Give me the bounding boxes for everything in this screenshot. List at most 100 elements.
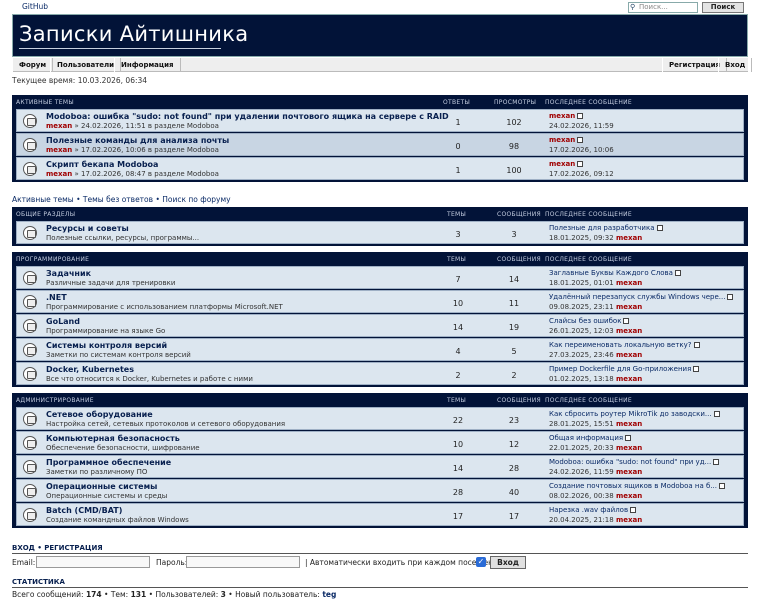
topic-title[interactable]: Modoboa: ошибка "sudo: not found" при уд… <box>46 112 449 121</box>
forum-title[interactable]: Docker, Kubernetes <box>46 365 134 374</box>
last-post-date: 22.01.2025, 20:33 <box>549 444 614 452</box>
forum-title[interactable]: Системы контроля версий <box>46 341 167 350</box>
forum-title[interactable]: Операционные системы <box>46 482 157 491</box>
forum-title[interactable]: Программное обеспечение <box>46 458 171 467</box>
search-button[interactable]: Поиск <box>702 2 744 13</box>
last-post-user[interactable]: mexan <box>616 375 642 383</box>
category-admin: АДМИНИСТРИРОВАНИЕ ТЕМЫ СООБЩЕНИЯ ПОСЛЕДН… <box>12 393 748 528</box>
nav-login[interactable]: Вход <box>718 58 753 72</box>
forum-row[interactable]: Компьютерная безопасность Обеспечение без… <box>16 431 744 454</box>
last-post-link[interactable]: Нарезка .wav файлов <box>549 506 628 514</box>
last-user[interactable]: mexan <box>549 112 575 120</box>
last-post-link[interactable]: Как сбросить роутер MikroTik до заводски… <box>549 410 712 418</box>
forum-row[interactable]: Сетевое оборудование Настройка сетей, сет… <box>16 407 744 430</box>
last-post-link[interactable]: Как переименовать локальную ветку? <box>549 341 692 349</box>
last-post-user[interactable]: mexan <box>616 327 642 335</box>
last-post-title: Удалённый перезапуск службы Windows чере… <box>549 293 734 301</box>
goto-post-icon[interactable] <box>727 294 734 300</box>
last-post-user[interactable]: mexan <box>616 516 642 524</box>
topic-author[interactable]: mexan <box>46 122 72 130</box>
goto-post-icon[interactable] <box>693 366 700 372</box>
search-input[interactable]: ⚲ Поиск... <box>628 2 698 13</box>
auto-login-checkbox[interactable]: ✓ <box>476 557 486 567</box>
login-button[interactable]: Вход <box>490 556 526 569</box>
goto-post-icon[interactable] <box>577 161 584 167</box>
last-post-link[interactable]: Общая информация <box>549 434 623 442</box>
last-post-user[interactable]: mexan <box>616 492 642 500</box>
topic-title[interactable]: Полезные команды для анализа почты <box>46 136 229 145</box>
forum-row[interactable]: Задачник Различные задачи для тренировки 7… <box>16 266 744 289</box>
topic-row[interactable]: Полезные команды для анализа почты mexan … <box>16 133 744 156</box>
goto-post-icon[interactable] <box>719 483 725 489</box>
forum-posts: 5 <box>511 347 517 356</box>
goto-post-icon[interactable] <box>693 342 700 348</box>
last-post-link[interactable]: Заглавные Буквы Каждого Слова <box>549 269 673 277</box>
forum-title[interactable]: Ресурсы и советы <box>46 224 129 233</box>
table-header: АКТИВНЫЕ ТЕМЫ ОТВЕТЫ ПРОСМОТРЫ ПОСЛЕДНЕЕ… <box>16 99 633 106</box>
nav-forum[interactable]: Форум <box>12 58 54 72</box>
last-post-user: mexan <box>549 112 584 120</box>
forum-row[interactable]: Ресурсы и советы Полезные ссылки, ресурсы… <box>16 221 744 244</box>
goto-post-icon[interactable] <box>623 318 630 324</box>
topic-author[interactable]: mexan <box>46 170 72 178</box>
last-post-link[interactable]: Слайсы без ошибок <box>549 317 621 325</box>
forum-row[interactable]: .NET Программирование с использованием пл… <box>16 290 744 313</box>
last-post-meta: 09.08.2025, 23:11 mexan <box>549 303 642 311</box>
link-search[interactable]: Поиск по форуму <box>162 195 230 204</box>
last-post-user[interactable]: mexan <box>616 420 642 428</box>
forum-topics: 28 <box>452 488 464 497</box>
forum-icon <box>23 367 37 381</box>
password-field[interactable] <box>186 556 300 568</box>
last-post-user[interactable]: mexan <box>616 444 642 452</box>
goto-post-icon[interactable] <box>674 270 681 276</box>
forum-row[interactable]: Системы контроля версий Заметки по систем… <box>16 338 744 361</box>
topic-row[interactable]: Modoboa: ошибка "sudo: not found" при уд… <box>16 109 744 132</box>
last-post-user[interactable]: mexan <box>616 279 642 287</box>
last-post-link[interactable]: Создание почтовых ящиков в Modoboa на б.… <box>549 482 717 490</box>
last-post-user[interactable]: mexan <box>616 234 642 242</box>
goto-post-icon[interactable] <box>630 507 637 513</box>
goto-post-icon[interactable] <box>625 435 632 441</box>
forum-title[interactable]: Компьютерная безопасность <box>46 434 180 443</box>
last-post-link[interactable]: Пример Dockerfile для Go-приложения <box>549 365 691 373</box>
topic-views: 102 <box>506 118 522 127</box>
topic-row[interactable]: Скрипт бекапа Modoboa mexan » 17.02.2026,… <box>16 157 744 180</box>
topic-title[interactable]: Скрипт бекапа Modoboa <box>46 160 158 169</box>
goto-post-icon[interactable] <box>713 459 720 465</box>
last-user[interactable]: mexan <box>549 136 575 144</box>
goto-post-icon[interactable] <box>713 411 720 417</box>
email-field[interactable] <box>36 556 150 568</box>
goto-post-icon[interactable] <box>577 113 584 119</box>
nav-info[interactable]: Информация <box>114 58 181 72</box>
nav-users[interactable]: Пользователи <box>50 58 122 72</box>
topic-icon <box>23 138 37 152</box>
last-post-user[interactable]: mexan <box>616 468 642 476</box>
last-post-user[interactable]: mexan <box>616 351 642 359</box>
active-topics-table: АКТИВНЫЕ ТЕМЫ ОТВЕТЫ ПРОСМОТРЫ ПОСЛЕДНЕЕ… <box>12 95 748 182</box>
last-post-date: 18.01.2025, 01:01 <box>549 279 614 287</box>
forum-row[interactable]: Программное обеспечение Заметки по различ… <box>16 455 744 478</box>
goto-post-icon[interactable] <box>656 225 663 231</box>
forum-title[interactable]: Сетевое оборудование <box>46 410 153 419</box>
forum-topics: 4 <box>455 347 461 356</box>
forum-row[interactable]: Batch (CMD/BAT) Создание командных файлов… <box>16 503 744 526</box>
github-link[interactable]: GitHub <box>22 2 48 11</box>
site-title[interactable]: Записки Айтишника <box>19 22 248 46</box>
goto-post-icon[interactable] <box>577 137 584 143</box>
forum-row[interactable]: Docker, Kubernetes Все что относится к Do… <box>16 362 744 385</box>
link-active-topics[interactable]: Активные темы <box>12 195 74 204</box>
forum-title[interactable]: .NET <box>46 293 67 302</box>
last-post-link[interactable]: Удалённый перезапуск службы Windows чере… <box>549 293 725 301</box>
forum-title[interactable]: GoLand <box>46 317 80 326</box>
link-unanswered[interactable]: Темы без ответов <box>83 195 153 204</box>
newest-user-link[interactable]: teg <box>322 590 336 599</box>
last-user[interactable]: mexan <box>549 160 575 168</box>
last-post-user[interactable]: mexan <box>616 303 642 311</box>
topic-author[interactable]: mexan <box>46 146 72 154</box>
forum-title[interactable]: Задачник <box>46 269 91 278</box>
last-post-link[interactable]: Полезные для разработчика <box>549 224 655 232</box>
forum-row[interactable]: Операционные системы Операционные системы… <box>16 479 744 502</box>
forum-row[interactable]: GoLand Программирование на языке Go 14 19 Сл… <box>16 314 744 337</box>
last-post-link[interactable]: Modoboa: ошибка "sudo: not found" при уд… <box>549 458 711 466</box>
forum-title[interactable]: Batch (CMD/BAT) <box>46 506 122 515</box>
